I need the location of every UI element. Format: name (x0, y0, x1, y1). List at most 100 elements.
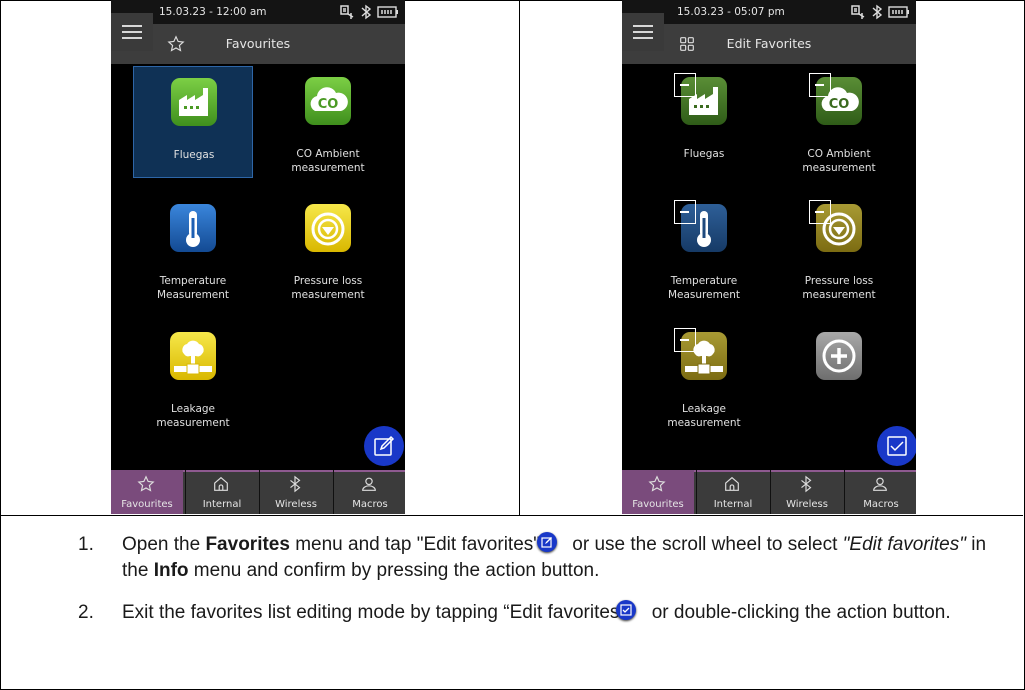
remove-favorite-button[interactable] (809, 73, 831, 97)
star-icon (137, 475, 155, 492)
tile-leakage[interactable]: Leakage measurement (133, 321, 253, 433)
step-text: menu and tap "Edit favorites" (289, 534, 541, 555)
tile-label-line1: Leakage (681, 403, 726, 415)
bluetooth-icon (801, 475, 812, 493)
tile-co-ambient[interactable]: CO CO Ambient measurement (268, 66, 388, 178)
table-divider-vertical (519, 0, 520, 515)
thermometer-icon (170, 204, 216, 252)
nav-macros[interactable]: Macros (844, 470, 916, 514)
tile-label-line1: Pressure loss (293, 275, 363, 287)
step-number: 2. (78, 602, 94, 623)
status-icons (850, 1, 910, 23)
title-bar: Edit Favorites (622, 24, 916, 64)
info-menu-label: Info (153, 560, 189, 581)
tile-label-line1: Leakage (170, 403, 215, 415)
edit-favorites-inline-icon (537, 532, 558, 552)
step-2: 2. Exit the favorites list editing mode … (78, 600, 1008, 626)
remove-favorite-button[interactable] (674, 328, 696, 352)
page-title: Edit Favorites (726, 36, 812, 51)
step-number: 1. (78, 534, 94, 555)
step-text: menu and confirm by pressing the action … (188, 560, 600, 581)
hamburger-menu-button[interactable] (111, 13, 153, 51)
network-icon (851, 5, 865, 19)
home-icon (725, 476, 739, 491)
tile-add-favorite[interactable] (779, 321, 899, 433)
tile-fluegas[interactable]: Fluegas (133, 66, 253, 178)
tile-label-line2: Measurement (156, 289, 230, 301)
star-icon (648, 475, 666, 492)
nav-wireless[interactable]: Wireless (259, 470, 331, 514)
nav-wireless[interactable]: Wireless (770, 470, 842, 514)
nav-favourites[interactable]: Favourites (111, 470, 183, 514)
hamburger-menu-button[interactable] (622, 13, 664, 51)
nav-label: Favourites (121, 499, 173, 510)
page-title: Favourites (225, 36, 291, 51)
tile-label: Fluegas (173, 149, 215, 161)
co-cloud-icon: CO (305, 77, 351, 125)
step-text: or use the scroll wheel to select (567, 534, 843, 555)
tile-co-ambient[interactable]: CO CO Ambient measurement (779, 66, 899, 178)
bottom-navigation: Favourites Internal Wireless Macros (622, 470, 916, 514)
nav-internal[interactable]: Internal (696, 470, 768, 514)
checkmark-icon (887, 436, 907, 456)
nav-internal[interactable]: Internal (185, 470, 257, 514)
nav-label: Macros (863, 499, 899, 510)
add-favorite-icon (816, 332, 862, 380)
pressure-gauge-icon (305, 204, 351, 252)
bluetooth-icon (361, 4, 372, 20)
finish-editing-button[interactable] (877, 426, 916, 466)
tile-label-line1: CO Ambient (296, 148, 360, 160)
instruction-steps: 1. Open the Favorites menu and tap "Edit… (78, 532, 1008, 642)
tile-label-line2: Measurement (667, 289, 741, 301)
tile-label-line2: measurement (156, 417, 230, 429)
tile-label-line2: measurement (802, 289, 876, 301)
step-1: 1. Open the Favorites menu and tap "Edit… (78, 532, 1008, 584)
status-bar: 15.03.23 - 12:00 am (111, 0, 405, 24)
nav-label: Wireless (786, 499, 828, 510)
step-text: Exit the favorites list editing mode by … (122, 602, 620, 623)
status-bar: 15.03.23 - 05:07 pm (622, 0, 916, 24)
table-divider-horizontal (0, 515, 1023, 516)
tile-pressure-loss[interactable]: Pressure loss measurement (779, 193, 899, 305)
status-time: 15.03.23 - 05:07 pm (677, 6, 785, 18)
device-screen-edit-favorites: 15.03.23 - 05:07 pm Edit Favorites Flueg… (622, 0, 916, 514)
tile-label-line1: Temperature (159, 275, 227, 287)
battery-icon (377, 6, 398, 18)
tile-fluegas[interactable]: Fluegas (644, 66, 764, 178)
nav-macros[interactable]: Macros (333, 470, 405, 514)
bluetooth-icon (290, 475, 301, 493)
remove-favorite-button[interactable] (674, 73, 696, 97)
nav-favourites[interactable]: Favourites (622, 470, 694, 514)
checkmark-inline-icon (616, 600, 637, 620)
svg-text:CO: CO (318, 97, 339, 112)
favorites-menu-label: Favorites (205, 534, 290, 555)
remove-favorite-button[interactable] (809, 200, 831, 224)
tile-pressure-loss[interactable]: Pressure loss measurement (268, 193, 388, 305)
home-icon (214, 476, 228, 491)
device-screen-favourites: 15.03.23 - 12:00 am Favourites Fluegas C… (111, 0, 405, 514)
status-time: 15.03.23 - 12:00 am (159, 6, 267, 18)
tile-label-line2: measurement (291, 289, 365, 301)
edit-favorites-option: "Edit favorites" (842, 534, 966, 555)
tile-label-line1: CO Ambient (807, 148, 871, 160)
user-icon (362, 477, 376, 491)
network-icon (340, 5, 354, 19)
tile-temperature[interactable]: Temperature Measurement (133, 193, 253, 305)
tile-temperature[interactable]: Temperature Measurement (644, 193, 764, 305)
svg-text:CO: CO (829, 97, 850, 112)
tile-leakage[interactable]: Leakage measurement (644, 321, 764, 433)
edit-favorites-button[interactable] (364, 426, 404, 466)
remove-favorite-button[interactable] (674, 200, 696, 224)
factory-icon (171, 78, 217, 126)
tile-label-line2: measurement (802, 162, 876, 174)
tile-label-line1: Temperature (670, 275, 738, 287)
bluetooth-icon (872, 4, 883, 20)
nav-label: Internal (713, 499, 753, 510)
title-bar: Favourites (111, 24, 405, 64)
tile-label-line2: measurement (291, 162, 365, 174)
tile-label-line2: measurement (667, 417, 741, 429)
nav-label: Wireless (275, 499, 317, 510)
battery-icon (888, 6, 909, 18)
tile-label: Fluegas (683, 148, 725, 160)
bottom-navigation: Favourites Internal Wireless Macros (111, 470, 405, 514)
